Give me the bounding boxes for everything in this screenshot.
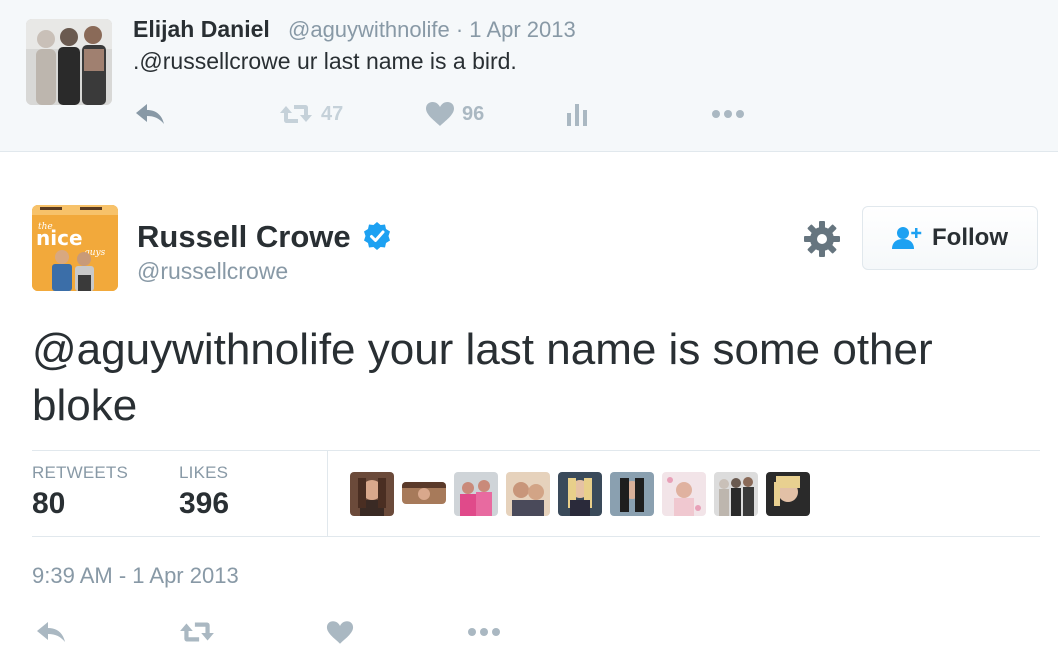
retweets-count[interactable]: 80 (32, 487, 65, 521)
reply-like-count: 96 (462, 102, 485, 125)
avatar-elijah-daniel[interactable] (26, 19, 112, 105)
liker-avatar[interactable] (610, 472, 654, 516)
liker-avatar[interactable] (350, 472, 394, 516)
retweet-action-button[interactable]: 47 (278, 98, 343, 130)
liker-avatar[interactable] (558, 472, 602, 516)
follow-button[interactable]: Follow (862, 206, 1038, 270)
retweet-icon (180, 622, 214, 642)
analytics-icon (567, 104, 587, 126)
main-author-name[interactable]: Russell Crowe (137, 219, 351, 255)
reply-tweet-text: .@russellcrowe ur last name is a bird. (133, 48, 517, 74)
liker-avatar[interactable] (402, 482, 446, 504)
heart-icon (426, 102, 454, 126)
main-author-handle[interactable]: @russellcrowe (137, 258, 288, 285)
like-action-button[interactable]: 96 (425, 98, 484, 130)
analytics-action-button[interactable] (566, 98, 590, 130)
main-tweet-text: @aguywithnolife your last name is some o… (32, 322, 1022, 434)
liker-avatar[interactable] (714, 472, 758, 516)
main-like-button[interactable] (326, 614, 354, 650)
verified-badge-icon (364, 222, 390, 250)
add-user-icon (892, 227, 922, 249)
liker-avatar[interactable] (506, 472, 550, 516)
likes-label[interactable]: LIKES (179, 463, 228, 483)
reply-tweet[interactable]: Elijah Daniel @aguywithnolife · 1 Apr 20… (0, 0, 1058, 152)
reply-author-name[interactable]: Elijah Daniel (133, 16, 270, 43)
liker-avatar[interactable] (766, 472, 810, 516)
svg-text:nice: nice (36, 226, 83, 250)
reply-icon (136, 104, 164, 124)
heart-icon (326, 620, 354, 644)
reply-retweet-count: 47 (321, 102, 344, 125)
main-reply-button[interactable] (35, 614, 67, 650)
tweet-mention-link[interactable]: @aguywithnolife (32, 325, 356, 374)
reply-action-button[interactable] (134, 98, 166, 130)
more-icon (468, 628, 500, 636)
gear-icon[interactable] (803, 220, 841, 258)
reply-author-meta[interactable]: @aguywithnolife · 1 Apr 2013 (288, 17, 576, 43)
main-more-button[interactable] (467, 614, 501, 650)
retweets-label[interactable]: RETWEETS (32, 463, 128, 483)
reply-icon (37, 622, 65, 642)
avatar-russell-crowe[interactable]: the nice guys (32, 205, 118, 291)
tweet-timestamp[interactable]: 9:39 AM - 1 Apr 2013 (32, 563, 239, 589)
main-retweet-button[interactable] (178, 614, 216, 650)
tweet-stats: RETWEETS 80 LIKES 396 (32, 450, 1040, 537)
follow-button-label: Follow (932, 224, 1008, 251)
liker-avatar[interactable] (454, 472, 498, 516)
likes-count[interactable]: 396 (179, 487, 229, 521)
retweet-icon (280, 105, 312, 123)
more-action-button[interactable] (711, 98, 745, 130)
liker-avatar[interactable] (662, 472, 706, 516)
more-icon (712, 110, 744, 118)
stats-divider (327, 451, 328, 536)
